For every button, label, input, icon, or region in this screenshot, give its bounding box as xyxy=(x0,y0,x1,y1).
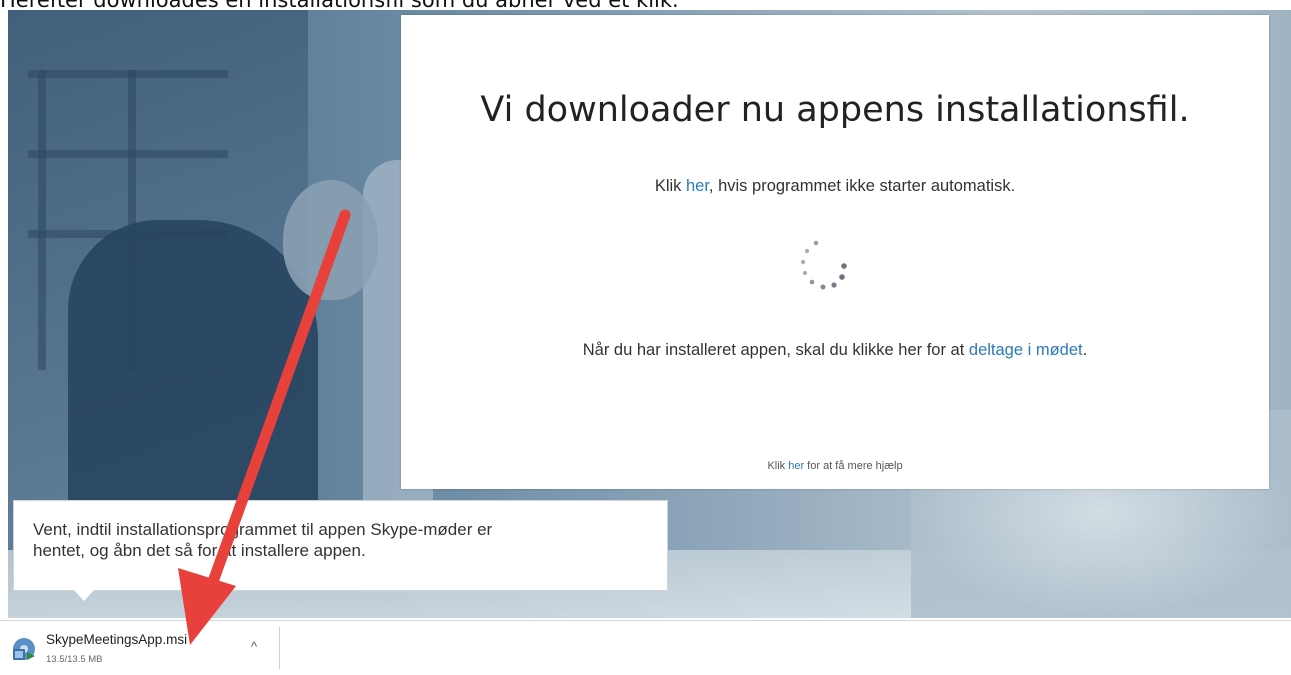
download-dialog: Vi downloader nu appens installationsfil… xyxy=(401,15,1269,489)
download-item[interactable]: SkypeMeetingsApp.msi 13.5/13.5 MB ^ xyxy=(8,627,278,673)
help-link[interactable]: her xyxy=(788,460,804,472)
msi-installer-icon xyxy=(13,638,35,660)
chevron-up-icon[interactable]: ^ xyxy=(244,637,264,657)
loading-spinner-icon xyxy=(800,240,847,290)
screenshot-page: Herefter downloades en installationsfil … xyxy=(0,0,1291,675)
join-meeting-text: Når du har installeret appen, skal du kl… xyxy=(582,341,1088,359)
join-meeting-link[interactable]: deltage i mødet xyxy=(969,341,1083,359)
installer-tooltip: Vent, indtil installationsprogrammet til… xyxy=(13,500,668,591)
manual-start-link[interactable]: her xyxy=(686,177,709,195)
dialog-title: Vi downloader nu appens installationsfil… xyxy=(480,90,1190,130)
tooltip-line-2: hentet, og åbn det så for at installere … xyxy=(33,541,366,560)
manual-start-text: Klik her, hvis programmet ikke starter a… xyxy=(654,177,1016,195)
download-file-name: SkypeMeetingsApp.msi xyxy=(46,632,188,647)
browser-download-bar: SkypeMeetingsApp.msi 13.5/13.5 MB ^ xyxy=(0,620,1291,675)
tooltip-line-1: Vent, indtil installationsprogrammet til… xyxy=(33,520,493,539)
tooltip-tail xyxy=(74,590,94,601)
download-progress: 13.5/13.5 MB xyxy=(46,654,103,665)
download-divider xyxy=(279,627,280,669)
help-text: Klik her for at få mere hjælp xyxy=(767,460,903,472)
